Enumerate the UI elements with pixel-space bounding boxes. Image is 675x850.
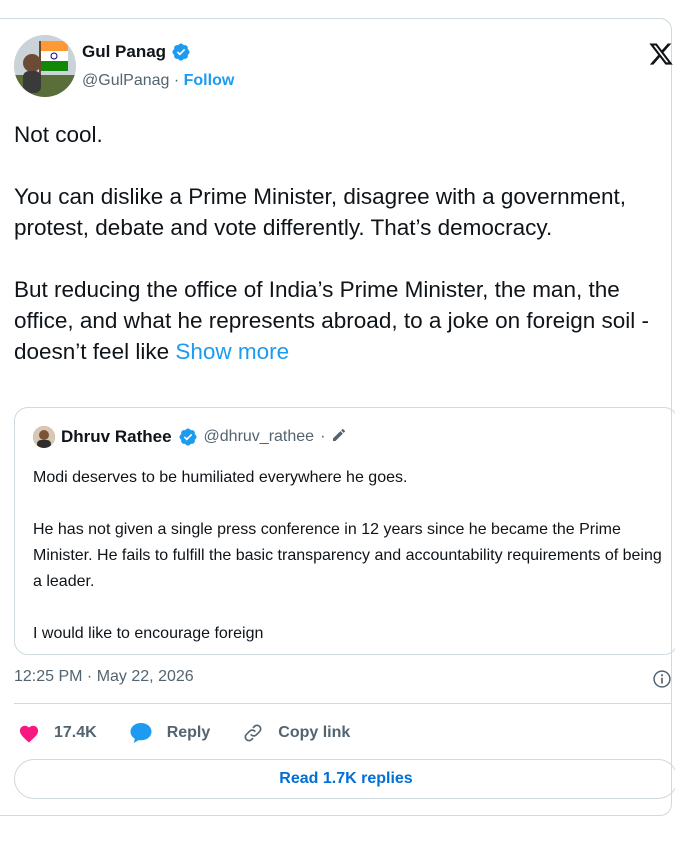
reply-label: Reply [166, 724, 211, 741]
author-name[interactable]: Gul Panag [82, 42, 191, 62]
author-handle[interactable]: @GulPanag [82, 72, 169, 89]
follow-button[interactable]: Follow [184, 72, 235, 89]
action-bar: 17.4K Reply Copy link [18, 719, 382, 747]
x-logo-icon[interactable] [648, 41, 674, 67]
verified-badge-icon [171, 42, 191, 62]
reply-bubble-icon [130, 723, 152, 743]
tweet-paragraph: Not cool. [14, 122, 103, 147]
show-more-link[interactable]: Show more [175, 339, 289, 364]
read-replies-button[interactable]: Read 1.7K replies [14, 759, 675, 799]
author-handle-line: @GulPanag · Follow [82, 72, 234, 90]
tweet-timestamp[interactable]: 12:25 PM · May 22, 2026 [14, 668, 194, 686]
reply-button[interactable]: Reply [129, 722, 211, 744]
tweet-text: Not cool. You can dislike a Prime Minist… [14, 119, 672, 398]
quoted-author-handle: @dhruv_rathee [203, 428, 315, 445]
quoted-separator: · [320, 428, 326, 445]
tweet-card: Gul Panag @GulPanag · Follow Not cool. Y… [0, 18, 675, 816]
quoted-author-name: Dhruv Rathee [61, 427, 172, 446]
tweet-paragraph: You can dislike a Prime Minister, disagr… [14, 184, 626, 240]
heart-icon [19, 725, 39, 743]
info-icon[interactable] [652, 669, 672, 689]
pencil-icon [331, 427, 347, 448]
like-button[interactable]: 17.4K [18, 723, 97, 743]
quoted-tweet-text: Modi deserves to be humiliated everywher… [33, 465, 663, 673]
quoted-paragraph: I would like to encourage foreign [33, 625, 264, 642]
handle-separator: · [169, 72, 184, 89]
like-count: 17.4K [54, 724, 97, 741]
copy-link-label: Copy link [278, 724, 351, 741]
quoted-tweet-header: Dhruv Rathee @dhruv_rathee · [33, 426, 347, 448]
author-avatar[interactable] [14, 35, 76, 97]
quoted-author-avatar [33, 426, 55, 448]
quoted-tweet[interactable]: Dhruv Rathee @dhruv_rathee · Modi deserv… [14, 407, 675, 655]
quoted-paragraph: Modi deserves to be humiliated everywher… [33, 469, 408, 486]
verified-badge-icon [178, 427, 198, 447]
author-name-text[interactable]: Gul Panag [82, 42, 166, 62]
read-replies-label: Read 1.7K replies [279, 770, 413, 787]
link-icon [244, 724, 262, 742]
copy-link-button[interactable]: Copy link [242, 722, 350, 744]
divider [14, 703, 672, 704]
tweet-paragraph-text: But reducing the office of India’s Prime… [14, 277, 649, 364]
quoted-paragraph: He has not given a single press conferen… [33, 521, 662, 590]
tweet-paragraph: But reducing the office of India’s Prime… [14, 274, 672, 367]
